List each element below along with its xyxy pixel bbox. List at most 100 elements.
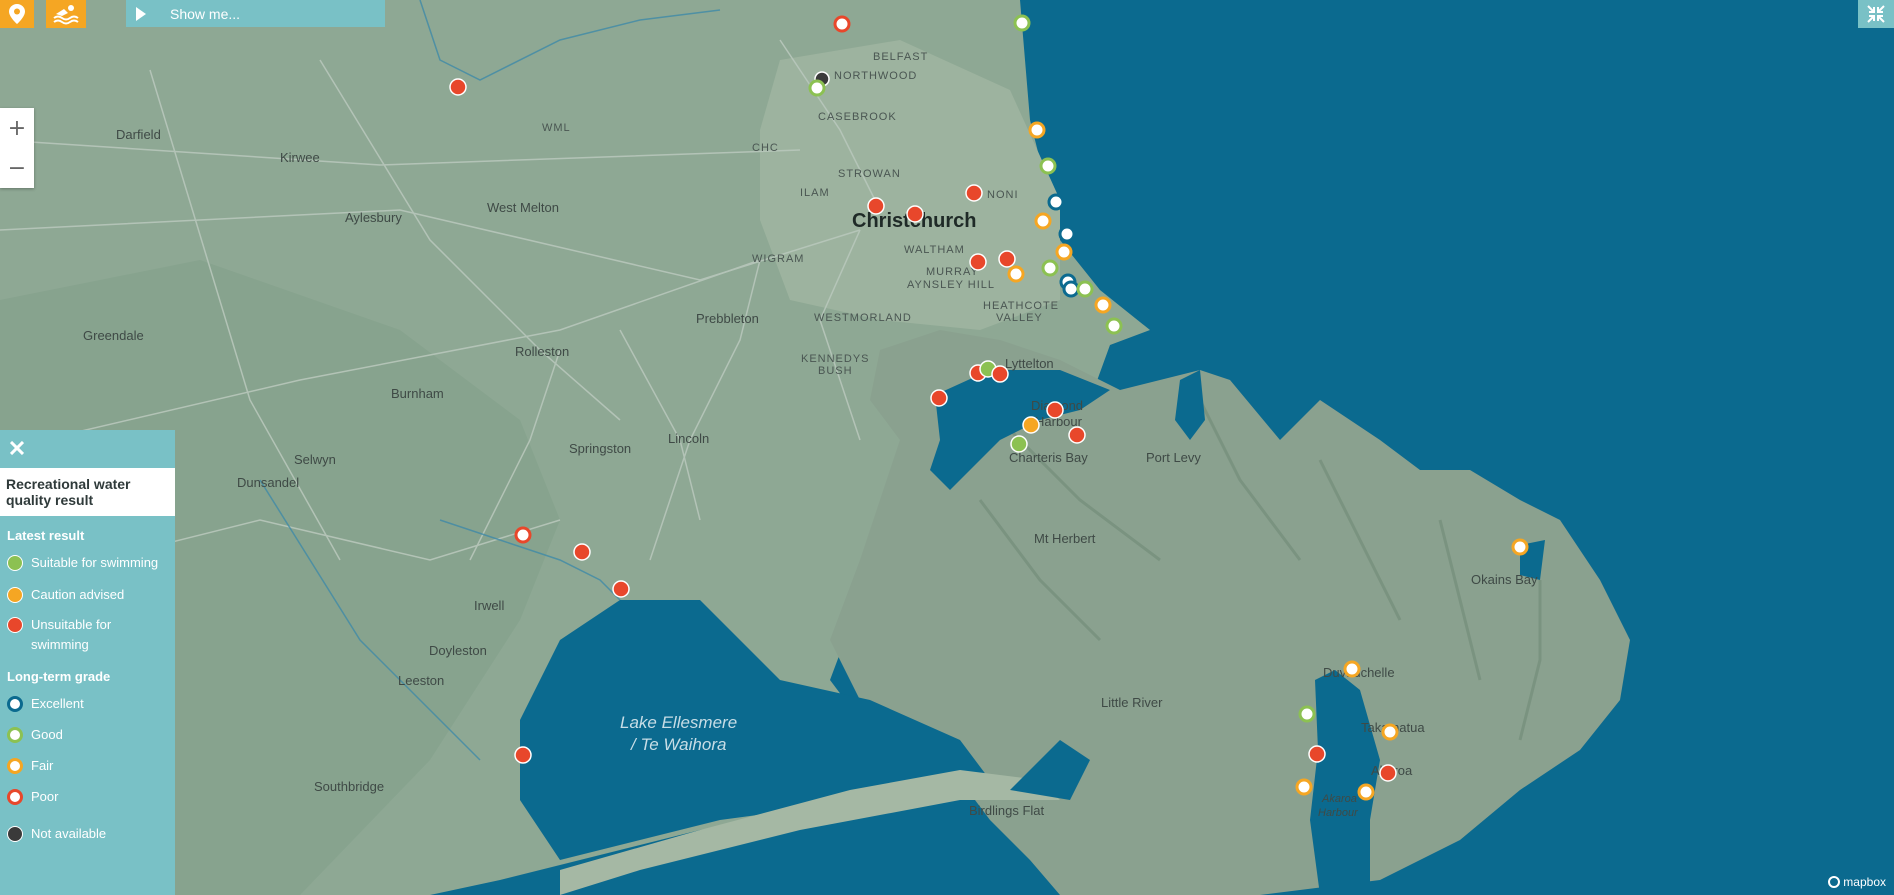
site-14[interactable]	[1055, 243, 1073, 261]
site-40[interactable]	[1308, 745, 1326, 763]
site-21[interactable]	[1076, 280, 1094, 298]
site-37[interactable]	[1343, 660, 1361, 678]
label-aylesbury: Aylesbury	[345, 210, 402, 225]
site-30[interactable]	[1068, 426, 1086, 444]
swimmer-icon	[53, 5, 79, 25]
site-39[interactable]	[1381, 723, 1399, 741]
label-heathcote: HEATHCOTE	[983, 300, 1059, 312]
site-16[interactable]	[998, 250, 1016, 268]
site-2[interactable]	[1013, 14, 1031, 32]
label-prebbleton: Prebbleton	[696, 311, 759, 326]
site-34[interactable]	[612, 580, 630, 598]
site-29[interactable]	[1022, 416, 1040, 434]
label-southbridge: Southbridge	[314, 779, 384, 794]
site-26[interactable]	[991, 365, 1009, 383]
site-42[interactable]	[1295, 778, 1313, 796]
label-lyttelton: Lyttelton	[1005, 356, 1054, 371]
label-greendale: Greendale	[83, 328, 144, 343]
zoom-out-button[interactable]: −	[0, 148, 34, 188]
site-5[interactable]	[808, 79, 826, 97]
fair-ring-icon	[7, 758, 23, 774]
site-33[interactable]	[573, 543, 591, 561]
good-ring-icon	[7, 727, 23, 743]
legend-title: Recreational water quality result	[0, 468, 175, 516]
label-selwyn: Selwyn	[294, 452, 336, 467]
legend-poor-label: Poor	[31, 789, 59, 804]
site-35[interactable]	[514, 746, 532, 764]
site-15[interactable]	[969, 253, 987, 271]
label-westmorland: WESTMORLAND	[814, 312, 912, 324]
label-waltham: WALTHAM	[904, 244, 965, 256]
site-38[interactable]	[1298, 705, 1316, 723]
play-icon	[136, 6, 146, 21]
show-me-label: Show me...	[170, 5, 241, 22]
label-doyleston: Doyleston	[429, 643, 487, 658]
excellent-ring-icon	[7, 696, 23, 712]
show-me-dropdown[interactable]: Show me...	[126, 0, 385, 27]
legend-unsuitable: Unsuitable for swimming	[0, 615, 175, 655]
site-7[interactable]	[1039, 157, 1057, 175]
label-wigram: WIGRAM	[752, 253, 804, 265]
site-20[interactable]	[1062, 280, 1080, 298]
zoom-in-button[interactable]: +	[0, 108, 34, 148]
label-ilam: ILAM	[800, 187, 830, 199]
label-akaroa-harbour-1: Akaroa	[1321, 793, 1357, 805]
legend-not-available-label: Not available	[31, 826, 107, 841]
label-lincoln: Lincoln	[668, 431, 709, 446]
mapbox-attribution[interactable]: mapbox	[1828, 875, 1886, 889]
label-murray: MURRAY	[926, 266, 979, 278]
legend-close-button[interactable]	[0, 430, 34, 466]
legend-suitable-label: Suitable for swimming	[31, 555, 159, 570]
site-22[interactable]	[1094, 296, 1112, 314]
caution-dot-icon	[7, 587, 23, 603]
label-casebrook: CASEBROOK	[818, 111, 897, 123]
label-little-river: Little River	[1101, 695, 1163, 710]
label-rolleston: Rolleston	[515, 344, 569, 359]
site-27[interactable]	[930, 389, 948, 407]
site-23[interactable]	[1105, 317, 1123, 335]
site-13[interactable]	[1058, 225, 1076, 243]
site-12[interactable]	[1034, 212, 1052, 230]
legend-fair-label: Fair	[31, 758, 54, 773]
label-port-levy: Port Levy	[1146, 450, 1201, 465]
label-valley: VALLEY	[996, 312, 1043, 324]
site-28[interactable]	[1046, 401, 1064, 419]
legend-longterm-heading: Long-term grade	[7, 669, 111, 684]
label-strowan: STROWAN	[838, 168, 901, 180]
label-darfield: Darfield	[116, 127, 161, 142]
label-wml: WML	[542, 122, 571, 134]
close-icon	[10, 441, 24, 455]
legend-excellent-label: Excellent	[31, 696, 84, 711]
label-mt-herbert: Mt Herbert	[1034, 531, 1096, 546]
site-10[interactable]	[867, 197, 885, 215]
site-9[interactable]	[965, 184, 983, 202]
zoom-control: + −	[0, 108, 34, 188]
site-36[interactable]	[1511, 538, 1529, 556]
legend-good: Good	[0, 725, 175, 745]
site-8[interactable]	[1047, 193, 1065, 211]
label-okains-bay: Okains Bay	[1471, 572, 1538, 587]
label-irwell: Irwell	[474, 598, 504, 613]
label-dunsandel: Dunsandel	[237, 475, 299, 490]
site-3[interactable]	[449, 78, 467, 96]
map-canvas[interactable]: Darfield Kirwee Aylesbury West Melton Gr…	[0, 0, 1894, 895]
site-1[interactable]	[833, 15, 851, 33]
site-6[interactable]	[1028, 121, 1046, 139]
label-noni: NONI	[987, 189, 1019, 201]
fullscreen-button[interactable]	[1858, 0, 1894, 28]
legend-suitable: Suitable for swimming	[0, 553, 175, 573]
site-18[interactable]	[1007, 265, 1025, 283]
legend-poor: Poor	[0, 787, 175, 807]
site-31[interactable]	[1010, 435, 1028, 453]
site-17[interactable]	[1041, 259, 1059, 277]
collapse-icon	[1867, 5, 1885, 23]
site-32[interactable]	[514, 526, 532, 544]
site-11[interactable]	[906, 205, 924, 223]
site-43[interactable]	[1357, 783, 1375, 801]
location-button[interactable]	[0, 0, 34, 28]
site-41[interactable]	[1379, 764, 1397, 782]
legend-caution: Caution advised	[0, 585, 175, 605]
legend-not-available: Not available	[0, 824, 175, 844]
label-northwood: NORTHWOOD	[834, 70, 917, 82]
swimming-button[interactable]	[46, 0, 86, 28]
